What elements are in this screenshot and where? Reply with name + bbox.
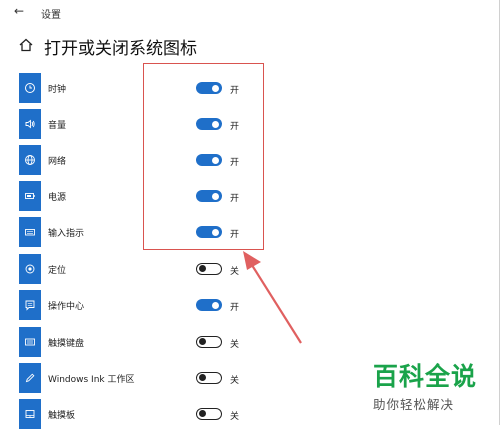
toggle-knob <box>199 338 206 346</box>
toggle-switch[interactable] <box>196 299 222 311</box>
setting-label: Windows Ink 工作区 <box>48 375 135 385</box>
keyboard-icon <box>19 217 41 247</box>
toggle-knob <box>212 301 219 309</box>
volume-icon <box>19 109 41 139</box>
setting-label: 触摸板 <box>48 411 76 421</box>
toggle-switch[interactable] <box>196 263 222 275</box>
toggle-knob <box>199 410 206 418</box>
toggle-knob <box>199 265 206 273</box>
setting-label: 输入指示 <box>48 229 85 239</box>
setting-label: 网络 <box>48 157 67 167</box>
watermark-logo: 百科全说 助你轻松解决 <box>373 362 491 413</box>
location-icon <box>19 254 41 284</box>
setting-row-location: 定位 关 <box>0 254 500 284</box>
action-center-icon <box>19 290 41 320</box>
highlight-box <box>143 63 264 250</box>
toggle-knob <box>199 374 206 382</box>
setting-label: 时钟 <box>48 85 67 95</box>
toggle-state-label: 关 <box>230 340 240 350</box>
network-icon <box>19 145 41 175</box>
toggle-state-label: 开 <box>230 303 240 313</box>
setting-label: 电源 <box>48 193 67 203</box>
battery-icon <box>19 181 41 211</box>
toggle-switch[interactable] <box>196 372 222 384</box>
pen-icon <box>19 363 41 393</box>
setting-row-touch-keyboard: 触摸键盘 关 <box>0 327 500 357</box>
setting-label: 音量 <box>48 121 67 131</box>
watermark-name: 百科全说 <box>373 362 478 391</box>
toggle-switch[interactable] <box>196 408 222 420</box>
page-title: 打开或关闭系统图标 <box>44 39 197 59</box>
toggle-state-label: 关 <box>230 376 240 386</box>
title-bar: ← 设置 <box>0 0 500 24</box>
setting-row-action-center: 操作中心 开 <box>0 290 500 320</box>
home-icon[interactable] <box>18 37 34 53</box>
touch-keyboard-icon <box>19 327 41 357</box>
toggle-state-label: 关 <box>230 267 240 277</box>
toggle-switch[interactable] <box>196 336 222 348</box>
app-title: 设置 <box>41 10 61 21</box>
clock-icon <box>19 73 41 103</box>
back-button[interactable]: ← <box>14 4 24 18</box>
setting-label: 操作中心 <box>48 302 85 312</box>
setting-label: 定位 <box>48 266 67 276</box>
toggle-state-label: 关 <box>230 412 240 422</box>
watermark-slogan: 助你轻松解决 <box>373 397 455 412</box>
setting-label: 触摸键盘 <box>48 339 85 349</box>
